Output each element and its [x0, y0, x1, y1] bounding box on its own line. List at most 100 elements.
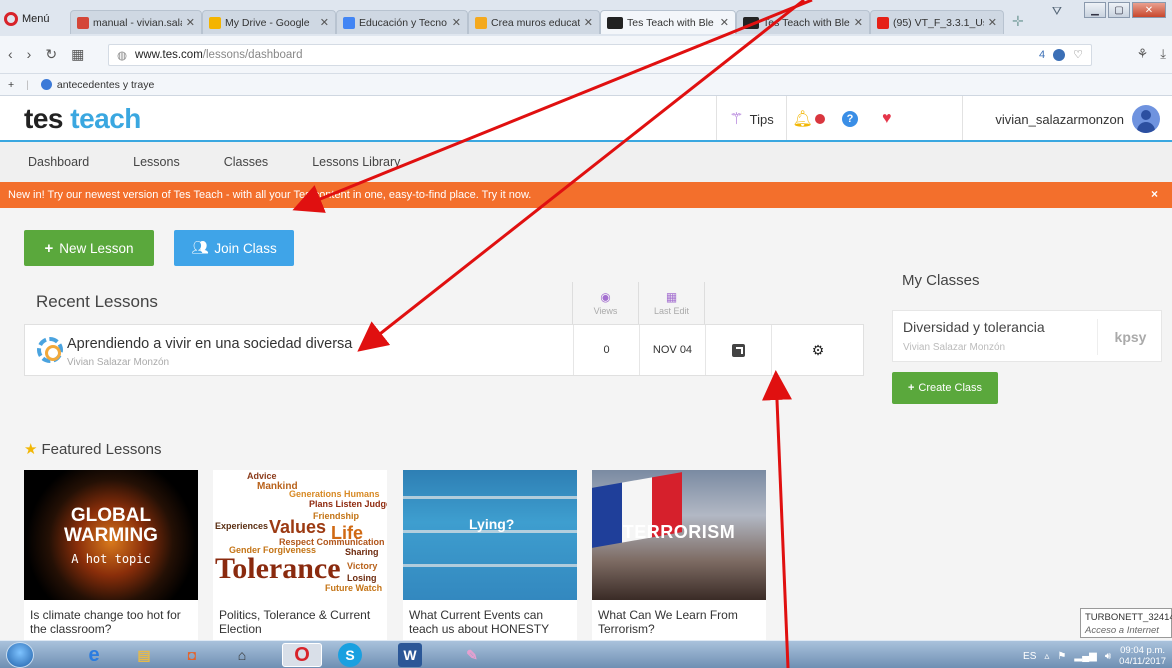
- add-bookmark-icon[interactable]: +: [8, 79, 14, 91]
- window-controls: ▁ ▢ ✕: [1084, 2, 1166, 18]
- paint-icon[interactable]: ✎: [452, 643, 492, 667]
- nav-dashboard[interactable]: Dashboard: [28, 155, 89, 169]
- close-tab-icon[interactable]: ✕: [584, 16, 593, 29]
- word-icon[interactable]: W: [398, 643, 422, 667]
- help-button[interactable]: ?: [830, 96, 870, 142]
- tab-menu-icon[interactable]: ⛛: [1052, 4, 1062, 19]
- clock[interactable]: 09:04 p.m. 04/11/2017: [1119, 645, 1166, 667]
- extension-icon[interactable]: ⚘: [1137, 46, 1149, 62]
- back-icon[interactable]: ‹: [8, 46, 13, 63]
- notifications-button[interactable]: 🔔︎: [786, 96, 830, 142]
- close-window-icon[interactable]: ✕: [1132, 2, 1166, 18]
- class-author: Vivian Salazar Monzón: [903, 342, 1006, 353]
- system-tray: ES ▵ ⚑ ▂▄▆ 🔊︎ 09:04 p.m. 04/11/2017: [1023, 645, 1166, 667]
- new-tab-icon[interactable]: ✛: [1012, 13, 1024, 30]
- featured-caption[interactable]: Is climate change too hot for the classr…: [30, 608, 194, 636]
- featured-card-global-warming[interactable]: GLOBAL WARMING A hot topic Is climate ch…: [24, 470, 198, 640]
- reload-icon[interactable]: ↻: [45, 46, 57, 63]
- opera-menu-button[interactable]: Menú: [4, 10, 50, 28]
- class-card[interactable]: Diversidad y tolerancia Vivian Salazar M…: [892, 310, 1162, 362]
- featured-caption[interactable]: What Can We Learn From Terrorism?: [598, 608, 762, 636]
- opera-menu-label: Menú: [22, 13, 50, 25]
- new-version-banner[interactable]: New in! Try our newest version of Tes Te…: [0, 182, 1172, 208]
- class-name[interactable]: Diversidad y tolerancia: [903, 319, 1045, 335]
- forward-icon[interactable]: ›: [27, 46, 32, 63]
- featured-card-lying[interactable]: Lying? What Current Events can teach us …: [403, 470, 577, 640]
- banner-close-icon[interactable]: ×: [1151, 187, 1158, 201]
- language-indicator[interactable]: ES: [1023, 651, 1036, 662]
- show-hidden-icons-icon[interactable]: ▵: [1044, 651, 1049, 662]
- nav-classes[interactable]: Classes: [224, 155, 268, 169]
- opera-taskbar-icon[interactable]: O: [282, 643, 322, 667]
- users-icon: 👥︎: [191, 240, 209, 255]
- lesson-thumbnail-icon: [37, 337, 63, 363]
- featured-card-tolerance[interactable]: Advice Mankind Generations Humans Plans …: [213, 470, 387, 640]
- maximize-icon[interactable]: ▢: [1108, 2, 1130, 18]
- tolerance-word-cloud-image: Advice Mankind Generations Humans Plans …: [213, 470, 387, 600]
- network-icon[interactable]: ▂▄▆: [1074, 651, 1096, 662]
- media-player-icon[interactable]: ◘: [172, 643, 212, 667]
- hp-icon[interactable]: ⌂: [222, 643, 262, 667]
- featured-lessons-title: ★ Featured Lessons: [24, 440, 162, 459]
- block-icon[interactable]: [1053, 48, 1066, 61]
- bookmark-separator: |: [26, 78, 29, 91]
- adblock-badge[interactable]: 4: [1039, 49, 1045, 61]
- skype-icon[interactable]: S: [338, 643, 362, 667]
- download-icon[interactable]: ⤓: [1160, 46, 1166, 62]
- browser-tab-drive[interactable]: My Drive - Google ✕: [202, 10, 336, 34]
- internet-explorer-icon[interactable]: e: [74, 643, 114, 667]
- heart-bookmark-icon[interactable]: ♡: [1073, 48, 1083, 61]
- user-menu[interactable]: vivian_salazarmonzon: [962, 96, 1172, 142]
- views-column-header[interactable]: ◉ Views: [572, 282, 638, 324]
- lesson-last-edit: NOV 04: [639, 325, 705, 375]
- featured-caption[interactable]: What Current Events can teach us about H…: [409, 608, 573, 636]
- browser-tab-docs[interactable]: Educación y Tecno ✕: [336, 10, 468, 34]
- minimize-icon[interactable]: ▁: [1084, 2, 1106, 18]
- bookmark-item[interactable]: antecedentes y traye: [40, 79, 154, 91]
- file-explorer-icon[interactable]: ▤: [124, 643, 164, 667]
- terrorism-image: TERRORISM: [592, 470, 766, 600]
- favorites-button[interactable]: ♥: [870, 96, 960, 142]
- close-tab-icon[interactable]: ✕: [854, 16, 863, 29]
- bookmarks-bar: + | antecedentes y traye: [0, 74, 1172, 96]
- share-lesson-button[interactable]: [705, 325, 771, 375]
- close-tab-icon[interactable]: ✕: [720, 16, 729, 29]
- tes-teach-logo[interactable]: tes teach: [24, 103, 141, 135]
- close-tab-icon[interactable]: ✕: [988, 16, 997, 29]
- browser-tab-tes[interactable]: Tes Teach with Ble ✕: [736, 10, 870, 34]
- action-center-icon[interactable]: ⚑: [1057, 651, 1066, 662]
- browser-tab-padlet[interactable]: Crea muros educat ✕: [468, 10, 600, 34]
- last-edit-column-header[interactable]: ▦ Last Edit: [638, 282, 704, 324]
- create-class-button[interactable]: + Create Class: [892, 372, 998, 404]
- url-field[interactable]: ◍ www.tes.com/lessons/dashboard 4 ♡: [108, 44, 1092, 66]
- start-button-icon[interactable]: [6, 642, 34, 668]
- global-warming-image: GLOBAL WARMING A hot topic: [24, 470, 198, 600]
- close-tab-icon[interactable]: ✕: [320, 16, 329, 29]
- banner-text[interactable]: New in! Try our newest version of Tes Te…: [8, 189, 531, 201]
- plus-icon: +: [44, 239, 54, 257]
- tes-favicon-icon: [607, 16, 623, 29]
- browser-tab-tes-active[interactable]: Tes Teach with Ble ✕: [600, 10, 736, 34]
- browser-tab-youtube[interactable]: (95) VT_F_3.3.1_Us ✕: [870, 10, 1004, 34]
- calendar-icon: ▦: [665, 290, 678, 304]
- volume-icon[interactable]: 🔊︎: [1105, 651, 1111, 662]
- bookmark-favicon-icon: [40, 79, 52, 90]
- browser-tab-gmail[interactable]: manual - vivian.sala ✕: [70, 10, 202, 34]
- opera-logo-icon: [4, 12, 18, 26]
- new-lesson-button[interactable]: + New Lesson: [24, 230, 154, 266]
- featured-card-terrorism[interactable]: TERRORISM What Can We Learn From Terrori…: [592, 470, 766, 640]
- featured-caption[interactable]: Politics, Tolerance & Current Election: [219, 608, 383, 636]
- tips-button[interactable]: ⚚ Tips: [716, 96, 786, 142]
- speed-dial-icon[interactable]: ▦: [71, 46, 84, 63]
- notification-badge: [814, 114, 825, 124]
- nav-lessons-library[interactable]: Lessons Library: [312, 155, 400, 169]
- nav-lessons[interactable]: Lessons: [133, 155, 180, 169]
- recent-lessons-title: Recent Lessons: [36, 292, 158, 311]
- lesson-settings-button[interactable]: ⚙: [771, 325, 864, 375]
- close-tab-icon[interactable]: ✕: [186, 16, 195, 29]
- close-tab-icon[interactable]: ✕: [452, 16, 461, 29]
- lesson-title[interactable]: Aprendiendo a vivir en una sociedad dive…: [67, 336, 352, 352]
- class-code: kpsy: [1097, 319, 1163, 355]
- join-class-button[interactable]: 👥︎ Join Class: [174, 230, 294, 266]
- lesson-row[interactable]: Aprendiendo a vivir en una sociedad dive…: [24, 324, 864, 376]
